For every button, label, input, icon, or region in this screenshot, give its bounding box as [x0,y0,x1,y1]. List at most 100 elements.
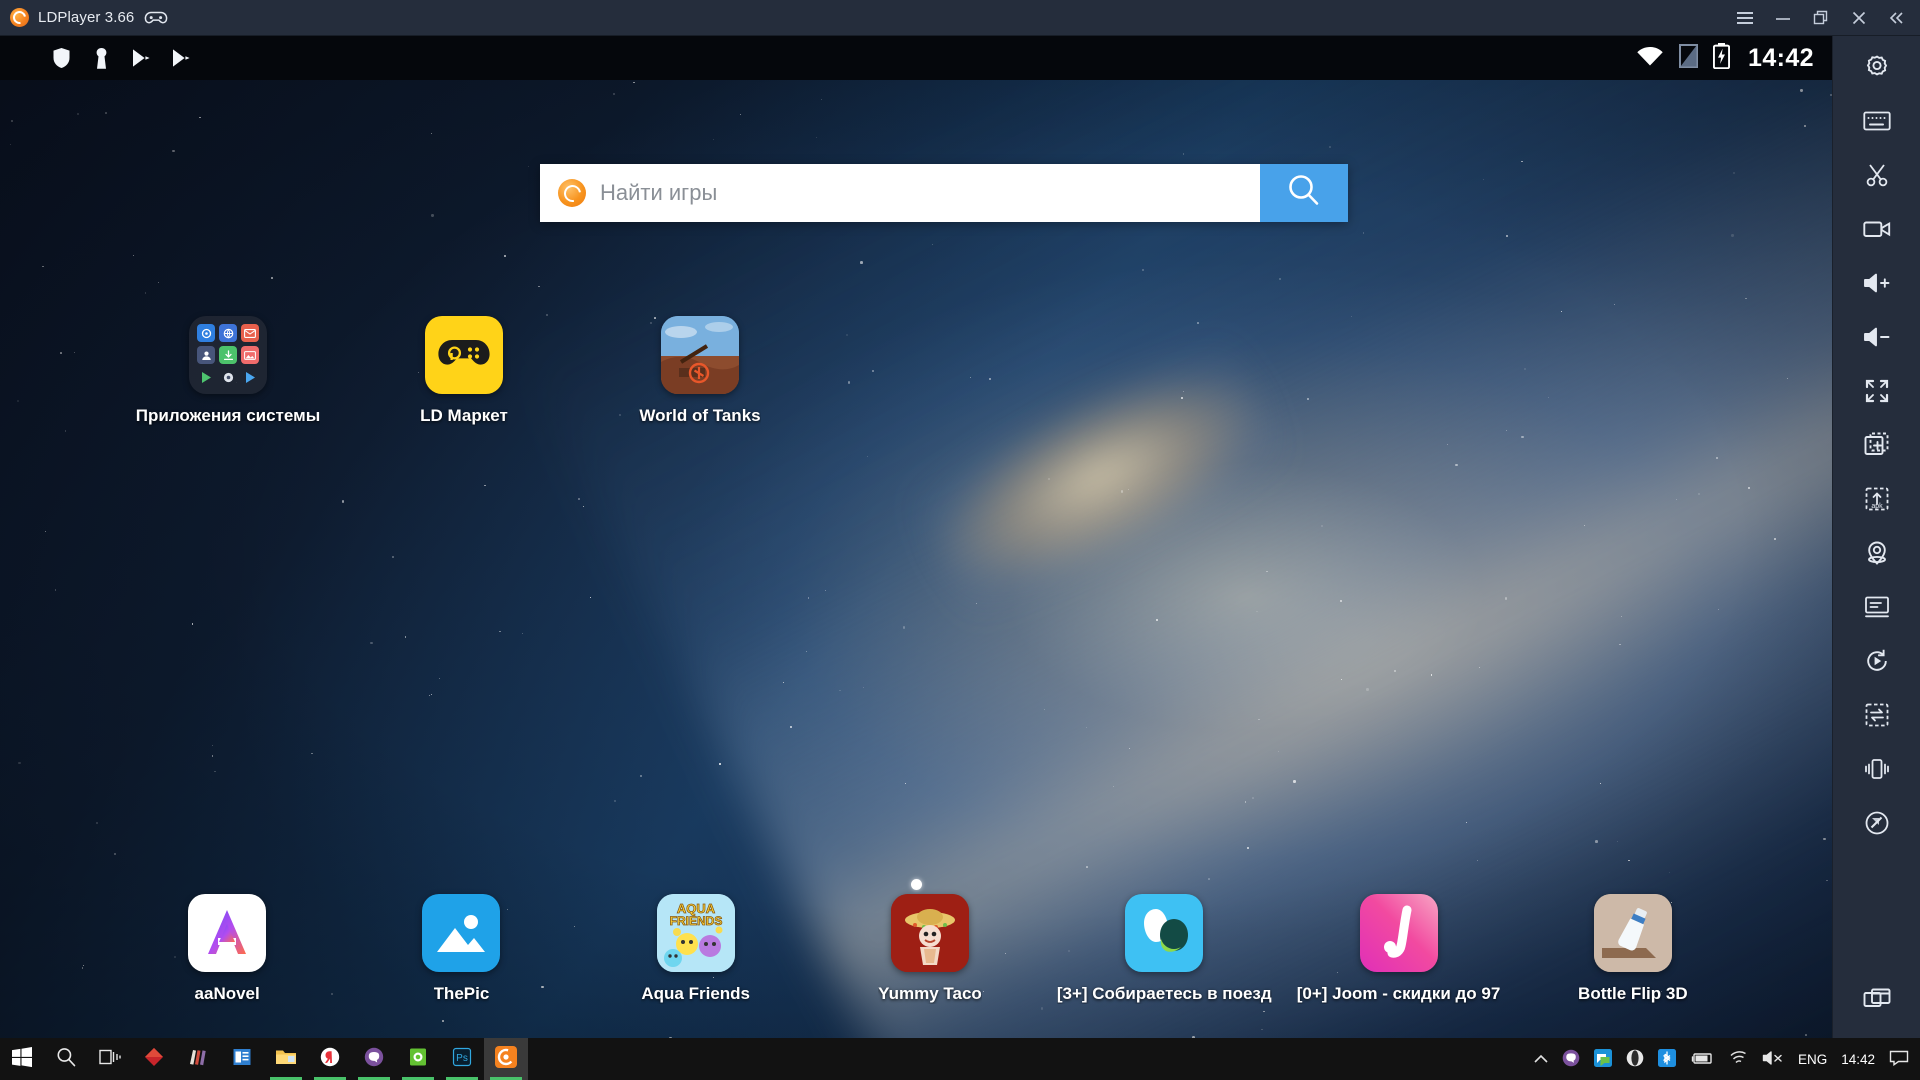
tray-viber[interactable] [1555,1038,1587,1080]
desktop-app-world-of-tanks[interactable]: World of Tanks [582,316,818,426]
thepic-icon [422,894,501,972]
ld-market-icon [425,316,503,394]
ldplayer-window: LDPlayer 3.66 14:42 Найти игры Приложени… [0,0,1920,1080]
operation-recorder-button[interactable] [1841,636,1913,690]
tray-clock[interactable]: 14:42 [1834,1038,1882,1080]
shake-phone-icon [1864,756,1890,787]
tray-bluetooth[interactable] [1651,1038,1683,1080]
tray-opera[interactable] [1619,1038,1651,1080]
location-button[interactable] [1841,528,1913,582]
opera-icon [1626,1049,1644,1070]
add-instance-button[interactable] [1841,420,1913,474]
task-view-button[interactable] [88,1038,132,1080]
messenger-icon [1593,1048,1612,1070]
desktop-app-system-folder[interactable]: Приложения системы [110,316,346,426]
search-input[interactable]: Найти игры [540,164,1260,222]
close-button[interactable] [1840,0,1878,36]
settings-button[interactable] [1841,42,1913,96]
restore-window-button[interactable] [1802,0,1840,36]
taskbar-app-yandex[interactable] [308,1038,352,1080]
search-placeholder-text: Найти игры [600,180,718,205]
taskbar-app-editor[interactable] [220,1038,264,1080]
wifi-icon [1636,45,1664,72]
taskbar-app-winrar[interactable] [176,1038,220,1080]
aqua-friends-icon: AQUA FRIENDS [656,894,735,972]
keyboard-icon [1862,110,1891,137]
winrar-books-icon [188,1047,208,1072]
sync-play-icon [1864,648,1890,679]
virtual-display-button[interactable] [1841,582,1913,636]
tray-overflow-button[interactable] [1527,1038,1555,1080]
taskbar-app-ldplayer[interactable] [484,1038,528,1080]
app-label: Приложения системы [135,406,321,425]
mini-icon-downloads [219,346,237,364]
system-tray: ENG 14:42 [1527,1038,1920,1080]
file-transfer-button[interactable] [1841,690,1913,744]
collapse-sidebar-button[interactable] [1878,0,1916,36]
world-of-tanks-icon [661,316,739,394]
video-camera-icon [1862,219,1891,244]
taskbar-search-button[interactable] [44,1038,88,1080]
dock-app-thepic[interactable]: ThePic [344,894,578,1004]
search-button[interactable] [1260,164,1348,222]
android-screen[interactable]: 14:42 Найти игры Приложения системы LD М… [0,36,1832,1038]
taskbar-app-photoshop[interactable]: Ps [440,1038,484,1080]
blue-editor-icon [232,1047,252,1072]
rotate-screen-icon [1864,810,1890,841]
tray-language[interactable]: ENG [1791,1038,1834,1080]
bottle-flip-3d-icon [1593,894,1672,972]
scissors-icon [1864,162,1890,193]
add-window-icon [1864,432,1890,463]
apk-install-icon: apk [1864,486,1890,517]
mini-icon-browser [219,324,237,342]
status-notification-icons [50,45,192,71]
window-titlebar: LDPlayer 3.66 [0,0,1920,36]
folder-explorer-icon [275,1048,297,1071]
taskbar-app-explorer[interactable] [264,1038,308,1080]
keyboard-mapping-button[interactable] [1841,96,1913,150]
taskbar-app-green[interactable] [396,1038,440,1080]
page-dot-active[interactable] [910,879,922,890]
ruby-diamond-icon [144,1047,164,1072]
battery-charging-icon [1712,42,1731,74]
mini-icon-gallery [241,346,259,364]
dock-app-blablacar[interactable]: [3+] Собираетесь в поезд [1047,894,1281,1004]
game-search-bar[interactable]: Найти игры [540,164,1348,222]
task-view-icon [99,1048,121,1071]
windows-start-button[interactable] [0,1038,44,1080]
viber-icon [364,1047,384,1072]
fullscreen-button[interactable] [1841,366,1913,420]
rotate-screen-button[interactable] [1841,798,1913,852]
desktop-app-ld-market[interactable]: LD Маркет [346,316,582,426]
windows-taskbar: Ps ENG 14:42 [0,1038,1920,1080]
dock-app-bottle-flip[interactable]: Bottle Flip 3D [1516,894,1750,1004]
tray-network[interactable] [1721,1038,1755,1080]
no-sim-icon [1678,43,1699,73]
notification-center-button[interactable] [1882,1038,1916,1080]
app-label: Bottle Flip 3D [1578,984,1688,1003]
app-label: Yummy Taco [878,984,982,1003]
menu-button[interactable] [1726,0,1764,36]
dock-app-joom[interactable]: [0+] Joom - скидки до 97 [1281,894,1515,1004]
dock-app-yummy-taco[interactable]: Yummy Taco [813,894,1047,1004]
record-video-button[interactable] [1841,204,1913,258]
taskbar-app-ruby[interactable] [132,1038,176,1080]
taskbar-app-viber[interactable] [352,1038,396,1080]
app-label: ThePic [433,984,490,1003]
svg-text:FRIENDS: FRIENDS [669,914,722,928]
svg-text:apk: apk [1871,503,1883,510]
multi-instance-button[interactable] [1841,974,1913,1028]
tray-messenger[interactable] [1587,1038,1619,1080]
volume-up-button[interactable] [1841,258,1913,312]
volume-down-button[interactable] [1841,312,1913,366]
dock-app-aanovel[interactable]: aaNovel [110,894,344,1004]
svg-text:Ps: Ps [456,1053,468,1064]
dock-app-aqua-friends[interactable]: AQUA FRIENDS Aqua Friends [579,894,813,1004]
screenshot-crop-button[interactable] [1841,150,1913,204]
install-apk-button[interactable]: apk [1841,474,1913,528]
minimize-button[interactable] [1764,0,1802,36]
tray-volume[interactable] [1755,1038,1791,1080]
shake-button[interactable] [1841,744,1913,798]
mini-icon-gear [219,368,237,386]
tray-battery[interactable] [1683,1038,1721,1080]
